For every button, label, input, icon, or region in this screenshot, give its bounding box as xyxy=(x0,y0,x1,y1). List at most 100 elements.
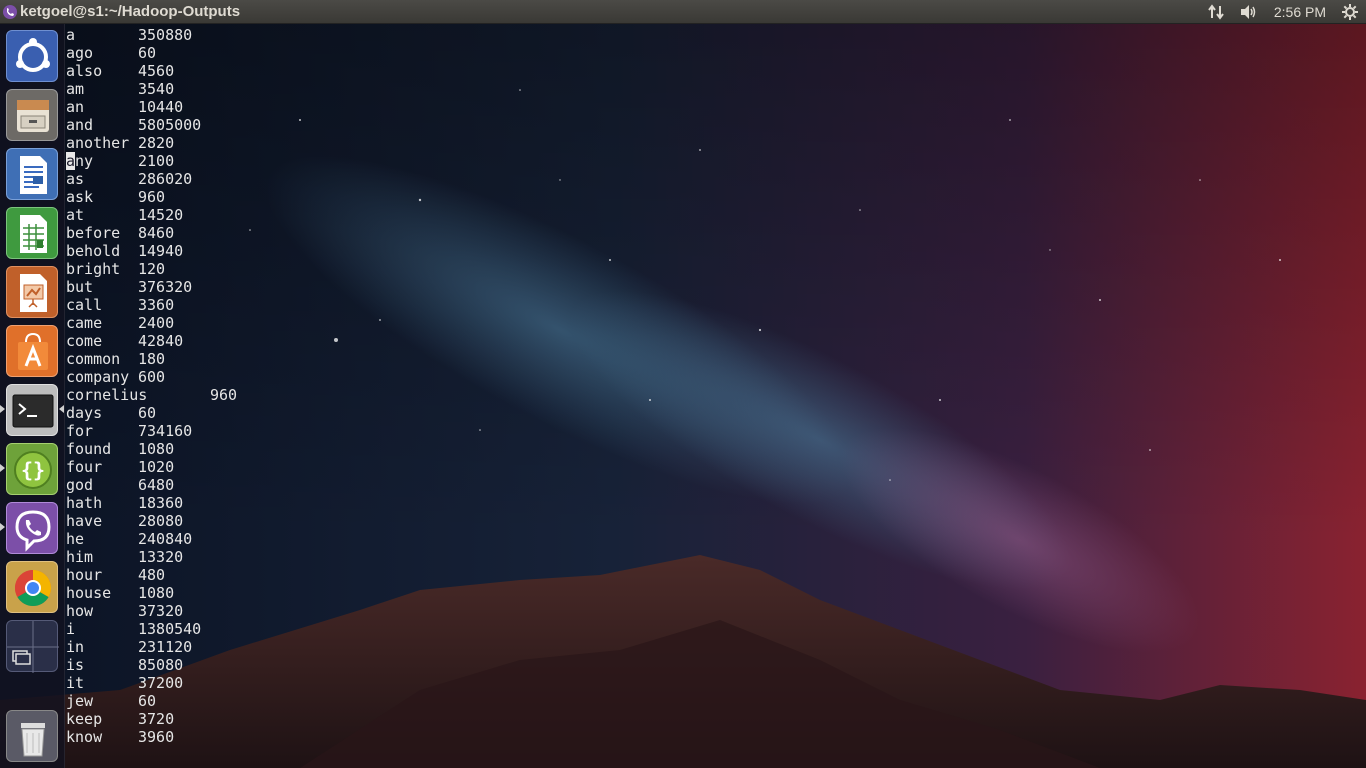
terminal-line: common 180 xyxy=(66,350,237,368)
viber-button[interactable] xyxy=(6,502,58,554)
count-cell: 960 xyxy=(210,386,238,404)
terminal-output[interactable]: a 350880 ago 60 also 4560 am 3540 an 10440 and 5805… xyxy=(66,26,237,746)
count-cell: 18360 xyxy=(138,494,184,512)
word-cell: an xyxy=(66,98,85,116)
network-icon[interactable] xyxy=(1208,4,1224,20)
terminal-line: hour 480 xyxy=(66,566,237,584)
terminal-focused-indicator xyxy=(59,405,64,413)
count-cell: 60 xyxy=(138,404,157,422)
terminal-line: came 2400 xyxy=(66,314,237,332)
word-cell: four xyxy=(66,458,103,476)
word-cell: god xyxy=(66,476,94,494)
terminal-line: hath 18360 xyxy=(66,494,237,512)
count-cell: 231120 xyxy=(138,638,193,656)
word-cell: him xyxy=(66,548,94,566)
brackets-editor-button[interactable]: {} xyxy=(6,443,58,495)
count-cell: 480 xyxy=(138,566,166,584)
terminal-line: also 4560 xyxy=(66,62,237,80)
count-cell: 2400 xyxy=(138,314,175,332)
terminal-line: four 1020 xyxy=(66,458,237,476)
count-cell: 3540 xyxy=(138,80,175,98)
word-cell: another xyxy=(66,134,130,152)
terminal-line: is 85080 xyxy=(66,656,237,674)
terminal-line: god 6480 xyxy=(66,476,237,494)
terminal-line: behold 14940 xyxy=(66,242,237,260)
launcher: {} xyxy=(0,24,65,768)
word-cell: am xyxy=(66,80,85,98)
shopping-bag-icon xyxy=(18,332,48,370)
gear-icon[interactable] xyxy=(1342,4,1358,20)
clock[interactable]: 2:56 PM xyxy=(1274,4,1326,20)
count-cell: 3960 xyxy=(138,728,175,746)
libreoffice-calc-button[interactable] xyxy=(6,207,58,259)
count-cell: 13320 xyxy=(138,548,184,566)
workspace-switcher-button[interactable] xyxy=(6,620,59,673)
text-cursor: a xyxy=(66,152,76,170)
svg-text:{}: {} xyxy=(21,458,45,482)
count-cell: 42840 xyxy=(138,332,184,350)
count-cell: 10440 xyxy=(138,98,184,116)
top-panel: ketgoel@s1:~/Hadoop-Outputs 2:56 PM xyxy=(0,0,1366,24)
terminal-line: ask 960 xyxy=(66,188,237,206)
terminal-line: how 37320 xyxy=(66,602,237,620)
terminal-line: for 734160 xyxy=(66,422,237,440)
window-title: ketgoel@s1:~/Hadoop-Outputs xyxy=(20,3,241,20)
terminal-line: and 5805000 xyxy=(66,116,237,134)
count-cell: 180 xyxy=(138,350,166,368)
count-cell: 120 xyxy=(138,260,166,278)
word-cell: know xyxy=(66,728,103,746)
count-cell: 240840 xyxy=(138,530,193,548)
count-cell: 28080 xyxy=(138,512,184,530)
count-cell: 960 xyxy=(138,188,166,206)
word-cell: jew xyxy=(66,692,94,710)
word-cell: how xyxy=(66,602,94,620)
terminal-line: he 240840 xyxy=(66,530,237,548)
libreoffice-writer-button[interactable] xyxy=(6,148,58,200)
files-button[interactable] xyxy=(6,89,58,141)
word-cell: a xyxy=(66,26,76,44)
word-cell: ask xyxy=(66,188,94,206)
chrome-icon xyxy=(14,570,52,607)
count-cell: 6480 xyxy=(138,476,175,494)
terminal-line: call 3360 xyxy=(66,296,237,314)
volume-icon[interactable] xyxy=(1240,4,1258,20)
word-cell: hour xyxy=(66,566,103,584)
count-cell: 3720 xyxy=(138,710,175,728)
software-center-button[interactable] xyxy=(6,325,58,377)
count-cell: 60 xyxy=(138,44,157,62)
word-cell: behold xyxy=(66,242,121,260)
terminal-line: i 1380540 xyxy=(66,620,237,638)
count-cell: 5805000 xyxy=(138,116,202,134)
count-cell: 376320 xyxy=(138,278,193,296)
count-cell: 1080 xyxy=(138,440,175,458)
viber-running-indicator xyxy=(0,523,5,531)
indicator-area: 2:56 PM xyxy=(1200,0,1366,24)
terminal-line: am 3540 xyxy=(66,80,237,98)
terminal-line: have 28080 xyxy=(66,512,237,530)
chrome-button[interactable] xyxy=(6,561,58,613)
file-cabinet-icon xyxy=(17,100,49,132)
word-cell: days xyxy=(66,404,103,422)
trash-button[interactable] xyxy=(6,710,58,762)
terminal-icon xyxy=(12,394,54,428)
terminal-line: company 600 xyxy=(66,368,237,386)
count-cell: 1080 xyxy=(138,584,175,602)
word-cell: came xyxy=(66,314,103,332)
libreoffice-impress-button[interactable] xyxy=(6,266,58,318)
word-cell: also xyxy=(66,62,103,80)
impress-presentation-icon xyxy=(20,274,47,312)
terminal-line: found 1080 xyxy=(66,440,237,458)
word-cell: any xyxy=(66,152,94,170)
word-cell: hath xyxy=(66,494,103,512)
word-cell: is xyxy=(66,656,85,674)
count-cell: 3360 xyxy=(138,296,175,314)
count-cell: 14520 xyxy=(138,206,184,224)
terminal-button[interactable] xyxy=(6,384,58,436)
word-cell: ago xyxy=(66,44,94,62)
writer-document-icon xyxy=(20,156,47,194)
ubuntu-dash-button[interactable] xyxy=(6,30,58,82)
workspace-grid-icon xyxy=(7,621,59,673)
window-title-area[interactable]: ketgoel@s1:~/Hadoop-Outputs xyxy=(2,3,240,20)
viber-mini-icon xyxy=(3,4,17,19)
count-cell: 1380540 xyxy=(138,620,202,638)
